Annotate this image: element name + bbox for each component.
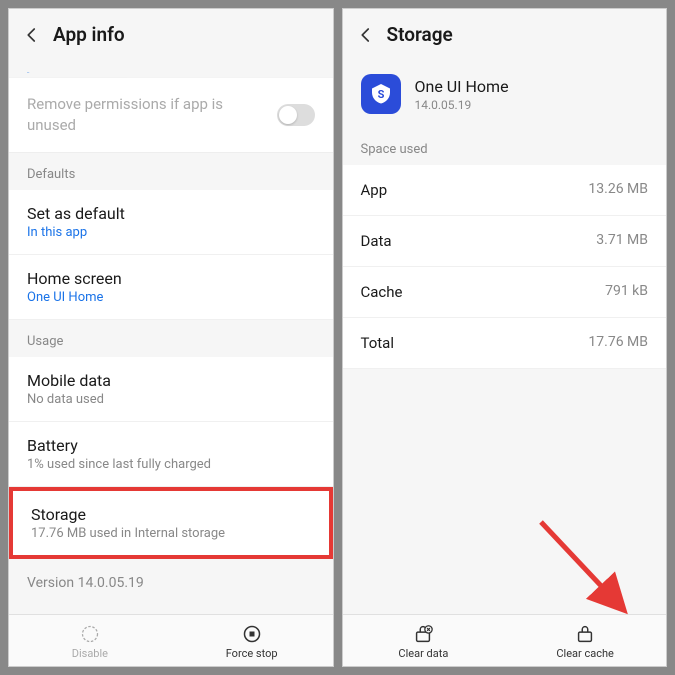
force-stop-button[interactable]: Force stop [171, 615, 333, 666]
chevron-left-icon [357, 26, 375, 44]
space-row-value: 13.26 MB [588, 181, 648, 199]
space-row-label: Cache [361, 283, 403, 301]
clear-cache-icon [574, 623, 596, 645]
remove-permissions-row[interactable]: Remove permissions if app is unused [9, 78, 333, 153]
bottom-bar: Clear data Clear cache [343, 614, 667, 666]
content: S One UI Home 14.0.05.19 Space used App 1… [343, 60, 667, 614]
clear-data-button[interactable]: Clear data [343, 615, 505, 666]
storage-title: Storage [31, 505, 311, 524]
home-screen-row[interactable]: Home screen One UI Home [9, 255, 333, 320]
storage-sub: 17.76 MB used in Internal storage [31, 526, 311, 541]
space-row-value: 3.71 MB [596, 232, 648, 250]
bottom-bar: Disable Force stop [9, 614, 333, 666]
home-screen-sub: One UI Home [27, 290, 315, 305]
remove-permissions-toggle[interactable] [277, 104, 315, 126]
clear-data-label: Clear data [398, 647, 448, 660]
space-row-value: 17.76 MB [588, 334, 648, 352]
header: App info [9, 9, 333, 60]
space-row-value: 791 kB [605, 283, 648, 301]
app-name: One UI Home [415, 77, 509, 96]
space-row: Total 17.76 MB [343, 318, 667, 369]
app-icon: S [361, 74, 401, 114]
set-default-title: Set as default [27, 204, 315, 223]
page-title: Storage [387, 23, 453, 46]
mobile-data-row[interactable]: Mobile data No data used [9, 357, 333, 422]
clear-data-icon [412, 623, 434, 645]
space-row-label: Data [361, 232, 392, 250]
mobile-data-sub: No data used [27, 392, 315, 407]
remove-permissions-label: Remove permissions if app is unused [27, 94, 247, 136]
clear-cache-label: Clear cache [556, 647, 614, 660]
clear-cache-button[interactable]: Clear cache [504, 615, 666, 666]
set-default-sub: In this app [27, 225, 315, 240]
space-rows: App 13.26 MB Data 3.71 MB Cache 791 kB Total 17… [343, 165, 667, 369]
app-info-screen: App info Remove permissions if app is un… [8, 8, 334, 667]
disable-button: Disable [9, 615, 171, 666]
space-row: Cache 791 kB [343, 267, 667, 318]
space-row: Data 3.71 MB [343, 216, 667, 267]
page-title: App info [53, 23, 125, 46]
back-button[interactable] [355, 24, 377, 46]
disable-icon [79, 623, 101, 645]
version-label: Version 14.0.05.19 [9, 559, 333, 607]
back-button[interactable] [21, 24, 43, 46]
content: Remove permissions if app is unused Defa… [9, 60, 333, 614]
battery-sub: 1% used since last fully charged [27, 457, 315, 472]
set-as-default-row[interactable]: Set as default In this app [9, 190, 333, 255]
storage-row[interactable]: Storage 17.76 MB used in Internal storag… [9, 487, 333, 559]
space-row-label: App [361, 181, 388, 199]
battery-title: Battery [27, 436, 315, 455]
force-stop-icon [241, 623, 263, 645]
force-stop-label: Force stop [226, 647, 278, 660]
space-row-label: Total [361, 334, 395, 352]
app-info: One UI Home 14.0.05.19 [415, 77, 509, 112]
app-version: 14.0.05.19 [415, 98, 509, 112]
chevron-left-icon [23, 26, 41, 44]
header: Storage [343, 9, 667, 60]
space-used-label: Space used [343, 128, 667, 165]
defaults-section-label: Defaults [9, 153, 333, 190]
app-header-row: S One UI Home 14.0.05.19 [343, 60, 667, 128]
home-screen-title: Home screen [27, 269, 315, 288]
disable-label: Disable [72, 647, 108, 660]
notifications-cut [9, 60, 333, 78]
svg-text:S: S [377, 88, 384, 101]
battery-row[interactable]: Battery 1% used since last fully charged [9, 422, 333, 487]
usage-section-label: Usage [9, 320, 333, 357]
storage-screen: Storage S One UI Home 14.0.05.19 Space u… [342, 8, 668, 667]
space-row: App 13.26 MB [343, 165, 667, 216]
mobile-data-title: Mobile data [27, 371, 315, 390]
